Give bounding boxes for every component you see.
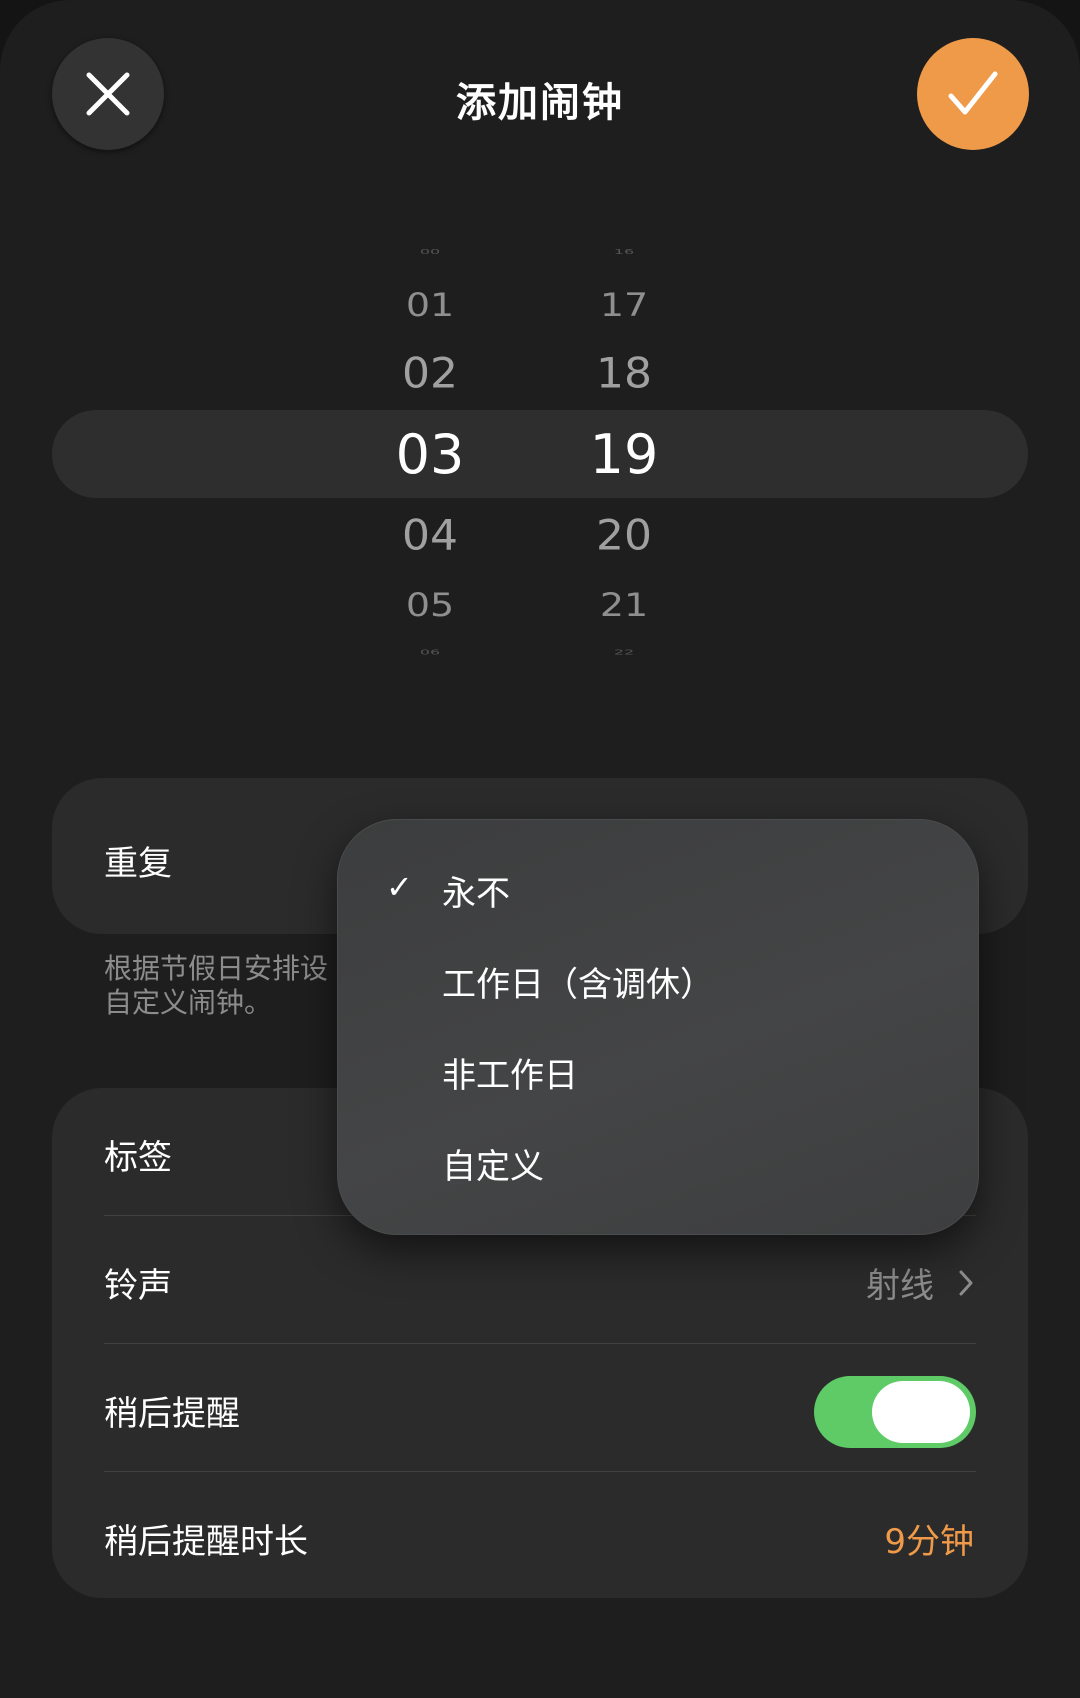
hour-option[interactable]: 04	[360, 515, 500, 557]
menu-item-non-workdays[interactable]: 非工作日	[338, 1024, 978, 1114]
minute-option[interactable]: 16	[554, 248, 694, 255]
minute-option[interactable]: 20	[554, 515, 694, 557]
toggle-knob	[872, 1381, 970, 1443]
menu-item-label: 工作日（含调休）	[442, 965, 714, 1005]
menu-item-workdays[interactable]: 工作日（含调休）	[338, 933, 978, 1023]
hour-option[interactable]: 00	[360, 248, 500, 255]
chevron-right-icon	[959, 1270, 973, 1295]
hour-option[interactable]: 06	[360, 648, 500, 655]
ringtone-value: 射线	[866, 1258, 974, 1307]
repeat-dropdown-menu: ✓ 永不 工作日（含调休） 非工作日 自定义	[337, 819, 979, 1235]
snooze-duration-label: 稍后提醒时长	[104, 1522, 308, 1562]
hour-option[interactable]: 05	[360, 589, 500, 621]
repeat-label: 重复	[104, 844, 172, 884]
hour-option[interactable]: 01	[360, 289, 500, 321]
menu-item-custom[interactable]: 自定义	[338, 1115, 978, 1205]
ringtone-row[interactable]: 铃声 射线	[52, 1216, 1028, 1344]
snooze-duration-value: 9分钟	[884, 1522, 974, 1562]
snooze-toggle[interactable]	[814, 1376, 976, 1448]
checkmark-icon: ✓	[386, 868, 413, 906]
tag-label: 标签	[104, 1138, 172, 1178]
snooze-label: 稍后提醒	[104, 1394, 240, 1434]
snooze-duration-row[interactable]: 稍后提醒时长 9分钟	[52, 1472, 1028, 1600]
picker-selection-band	[52, 410, 1028, 498]
menu-item-label: 非工作日	[442, 1056, 578, 1096]
menu-item-label: 永不	[442, 874, 510, 914]
hour-selected[interactable]: 03	[360, 428, 500, 482]
ringtone-label: 铃声	[104, 1266, 172, 1306]
confirm-button[interactable]	[917, 38, 1029, 150]
hour-option[interactable]: 02	[360, 353, 500, 395]
minute-selected[interactable]: 19	[554, 428, 694, 482]
minute-option[interactable]: 22	[554, 648, 694, 655]
minute-option[interactable]: 17	[554, 289, 694, 321]
checkmark-icon	[948, 71, 998, 115]
menu-item-never[interactable]: ✓ 永不	[338, 842, 978, 932]
minute-option[interactable]: 18	[554, 353, 694, 395]
add-alarm-sheet: 添加闹钟 00 01 02 03 04 05 06 16 17 18 19 20…	[0, 0, 1080, 1698]
minute-option[interactable]: 21	[554, 589, 694, 621]
snooze-row: 稍后提醒	[52, 1344, 1028, 1472]
menu-item-label: 自定义	[442, 1147, 544, 1187]
ringtone-name: 射线	[866, 1266, 934, 1306]
